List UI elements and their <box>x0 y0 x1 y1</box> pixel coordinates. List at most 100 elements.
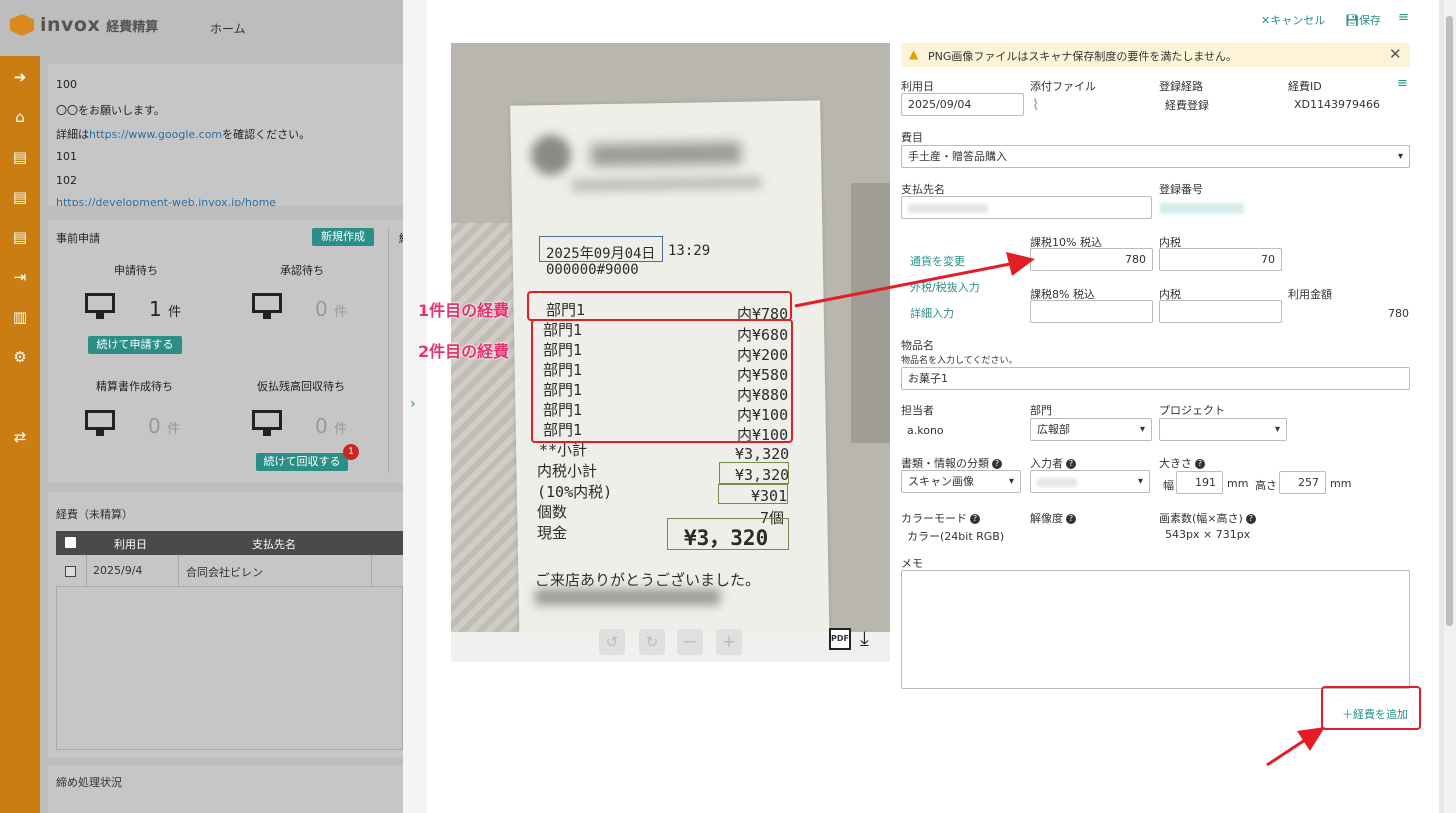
total-label: 利用金額 <box>1288 288 1332 301</box>
computer-icon <box>252 293 282 321</box>
row-payee: 合同会社ビレン <box>186 566 263 579</box>
computer-icon <box>85 293 115 321</box>
waiting-collect-label: 仮払残高回収待ち <box>257 380 345 393</box>
expense-id-label: 経費ID <box>1288 80 1322 93</box>
gear-icon[interactable]: ⚙ <box>10 348 30 366</box>
currency-link[interactable]: 通貨を変更 <box>910 253 965 269</box>
zoom-in-icon[interactable]: + <box>716 629 742 655</box>
subtotal-value: ¥3,320 <box>735 445 790 463</box>
closing-panel: 締め処理状況 <box>48 766 403 813</box>
cancel-button[interactable]: ✕キャンセル <box>1261 12 1325 28</box>
paperclip-icon[interactable]: ⌇ <box>1032 96 1039 114</box>
help-icon[interactable]: ? <box>1066 459 1076 469</box>
save-button[interactable]: 💾︎保存 <box>1345 12 1381 28</box>
col-payee[interactable]: 支払先名 <box>252 536 296 552</box>
entered-by-blurred <box>1037 478 1077 487</box>
chart-icon[interactable]: ▥ <box>10 308 30 326</box>
inner-tax8-input[interactable] <box>1159 300 1282 323</box>
logo-icon <box>10 14 34 36</box>
receipt-time: 13:29 <box>668 243 711 259</box>
tax10-input[interactable]: 780 <box>1030 248 1153 271</box>
panel-title: 締め処理状況 <box>56 776 122 789</box>
notice-link[interactable]: https://development-web.invox.jp/home <box>56 196 276 206</box>
item-input[interactable]: お菓子1 <box>901 367 1410 390</box>
entered-by-select[interactable] <box>1030 470 1150 493</box>
select-all-checkbox[interactable] <box>65 537 76 548</box>
panel-title: 経費（未精算） <box>56 508 133 521</box>
home-icon[interactable]: ⌂ <box>10 108 30 126</box>
inner-tax10-input[interactable]: 70 <box>1159 248 1282 271</box>
menu-icon[interactable]: ≡ <box>1398 10 1409 25</box>
notice-line: 102 <box>56 174 77 187</box>
tax-exclusive-link[interactable]: 外税/税抜入力 <box>910 279 980 295</box>
inner-subtotal-label: 内税小計 <box>537 462 598 480</box>
detail-input-link[interactable]: 詳細入力 <box>910 305 954 321</box>
rotate-right-icon[interactable]: ↻ <box>639 629 665 655</box>
logo-text: invox <box>40 14 101 36</box>
route-value: 経費登録 <box>1165 99 1209 112</box>
chevron-right-icon[interactable]: › <box>410 396 416 412</box>
pdf-icon[interactable]: PDF <box>829 628 851 650</box>
doc-type-select[interactable]: スキャン画像 <box>901 470 1021 493</box>
file-export-icon[interactable]: ⇥ <box>10 268 30 286</box>
zoom-out-icon[interactable]: − <box>677 629 703 655</box>
continue-apply-button[interactable]: 続けて申請する <box>88 336 182 354</box>
document-icon[interactable]: ▤ <box>10 148 30 166</box>
col-date[interactable]: 利用日 <box>114 536 147 552</box>
project-select[interactable] <box>1159 418 1287 441</box>
add-expense-link[interactable]: ＋経費を追加 <box>1342 706 1408 722</box>
continue-collect-button[interactable]: 続けて回収する <box>256 453 348 471</box>
new-button[interactable]: 新規作成 <box>312 228 374 246</box>
waiting-approve-count: 0 件 <box>315 297 348 321</box>
memo-textarea[interactable] <box>901 570 1410 689</box>
waiting-approve-label: 承認待ち <box>280 264 324 277</box>
table-row[interactable]: 2025/9/4 合同会社ビレン <box>56 555 403 587</box>
route-label: 登録経路 <box>1159 80 1203 93</box>
waiting-settle-label: 精算書作成待ち <box>96 380 173 393</box>
help-icon[interactable]: ? <box>1195 459 1205 469</box>
second-expense-annotation: 2件目の経費 <box>418 342 510 361</box>
row-checkbox[interactable] <box>65 566 76 577</box>
warning-banner: ▲ PNG画像ファイルはスキャナ保存制度の要件を満たしません。 ✕ <box>901 43 1410 67</box>
second-expense-highlight <box>531 319 793 443</box>
switch-icon[interactable]: ⇄ <box>10 428 30 446</box>
pixels-value: 543px × 731px <box>1165 528 1251 541</box>
pre-application-panel: 事前申請 新規作成 経 申請待ち 1 件 続けて申請する 承認待ち 0 件 精算… <box>48 220 410 483</box>
waiting-apply-label: 申請待ち <box>114 264 158 277</box>
height-unit: mm <box>1330 477 1352 490</box>
tax-label: (10%内税) <box>537 483 613 501</box>
inner-subtotal-highlight <box>719 462 789 484</box>
file-icon[interactable]: ▤ <box>10 228 30 246</box>
nav-home[interactable]: ホーム <box>210 20 246 37</box>
height-input[interactable]: 257 <box>1279 471 1326 494</box>
rotate-left-icon[interactable]: ↺ <box>599 629 625 655</box>
document-list-icon[interactable]: ▤ <box>10 188 30 206</box>
scrollbar[interactable] <box>1444 0 1456 813</box>
dept-select[interactable]: 広報部 <box>1030 418 1152 441</box>
payee-label: 支払先名 <box>901 183 945 196</box>
menu-icon[interactable]: ≡ <box>1397 76 1408 91</box>
help-icon[interactable]: ? <box>992 459 1002 469</box>
tax8-input[interactable] <box>1030 300 1153 323</box>
reg-no-label: 登録番号 <box>1159 183 1203 196</box>
close-icon[interactable]: ✕ <box>1389 45 1402 63</box>
size-label: 大きさ? <box>1159 455 1205 471</box>
payee-input[interactable] <box>901 196 1152 219</box>
expenses-table-header: 利用日 支払先名 <box>56 531 403 555</box>
app-logo[interactable]: invox 経費精算 <box>10 14 158 36</box>
image-toolbar: ↺ ↻ − + PDF ⤓ <box>451 626 890 662</box>
help-icon[interactable]: ? <box>970 514 980 524</box>
help-icon[interactable]: ? <box>1066 514 1076 524</box>
first-expense-highlight <box>527 291 792 321</box>
arrow-right-circle-icon[interactable]: ➔ <box>10 68 30 86</box>
help-icon[interactable]: ? <box>1245 514 1256 524</box>
width-input[interactable]: 191 <box>1176 471 1223 494</box>
project-label: プロジェクト <box>1159 404 1225 417</box>
notice-link[interactable]: https://www.google.com <box>89 128 222 141</box>
pixels-label: 画素数(幅×高さ)? <box>1159 510 1256 526</box>
category-label: 費目 <box>901 131 923 144</box>
scrollbar-thumb[interactable] <box>1446 16 1453 626</box>
download-icon[interactable]: ⤓ <box>860 626 869 650</box>
category-select[interactable]: 手土産・贈答品購入 <box>901 145 1410 168</box>
use-date-input[interactable]: 2025/09/04 <box>901 93 1024 116</box>
